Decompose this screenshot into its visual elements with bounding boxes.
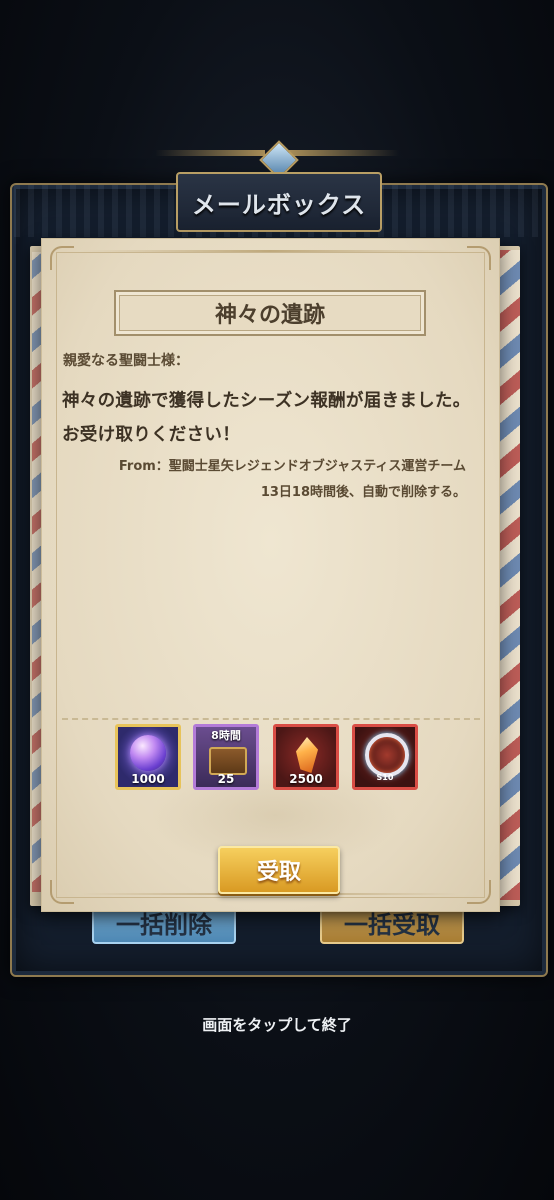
fire-crystal-icon xyxy=(296,737,318,773)
cosmo-orb-icon xyxy=(130,735,166,771)
reward-item[interactable]: 1000 xyxy=(115,724,181,790)
tap-to-close-hint: 画面をタップして終了 xyxy=(202,1016,352,1034)
reward-quantity: 1000 xyxy=(131,772,165,786)
reward-item[interactable]: 2500 xyxy=(273,724,339,790)
corner-ornament-icon xyxy=(467,880,491,904)
corner-ornament-icon xyxy=(50,246,74,270)
season-badge-icon xyxy=(365,733,409,777)
crest-wing-right xyxy=(289,150,399,156)
mail-subject-plate: 神々の遺跡 xyxy=(114,290,426,336)
reward-item[interactable]: S10 xyxy=(352,724,418,790)
mail-sender: From：聖闘士星矢レジェンドオブジャスティス運営チーム xyxy=(118,459,466,474)
season-badge-label: S10 xyxy=(376,773,394,782)
ornament-top xyxy=(80,250,460,252)
reward-item[interactable]: 8時間 25 xyxy=(193,724,259,790)
reward-timer: 8時間 xyxy=(211,729,241,742)
crest-wing-left xyxy=(155,150,265,156)
claim-button-label: 受取 xyxy=(256,860,301,885)
mail-body: 神々の遺跡で獲得したシーズン報酬が届きました。お受け取りください！ xyxy=(62,391,471,445)
reward-quantity: 2500 xyxy=(289,772,323,786)
reward-divider xyxy=(62,718,480,720)
treasure-chest-icon xyxy=(209,747,247,775)
mail-expiry: 13日18時間後、自動で削除する。 xyxy=(260,485,466,500)
mail-salutation: 親愛なる聖闘士様： xyxy=(63,353,189,369)
mailbox-title: メールボックス xyxy=(191,190,367,219)
reward-quantity: 25 xyxy=(217,772,235,786)
mailbox-title-plate: メールボックス xyxy=(176,172,382,232)
mail-subject: 神々の遺跡 xyxy=(214,303,325,328)
corner-ornament-icon xyxy=(467,246,491,270)
claim-button[interactable]: 受取 xyxy=(218,846,340,894)
corner-ornament-icon xyxy=(50,880,74,904)
